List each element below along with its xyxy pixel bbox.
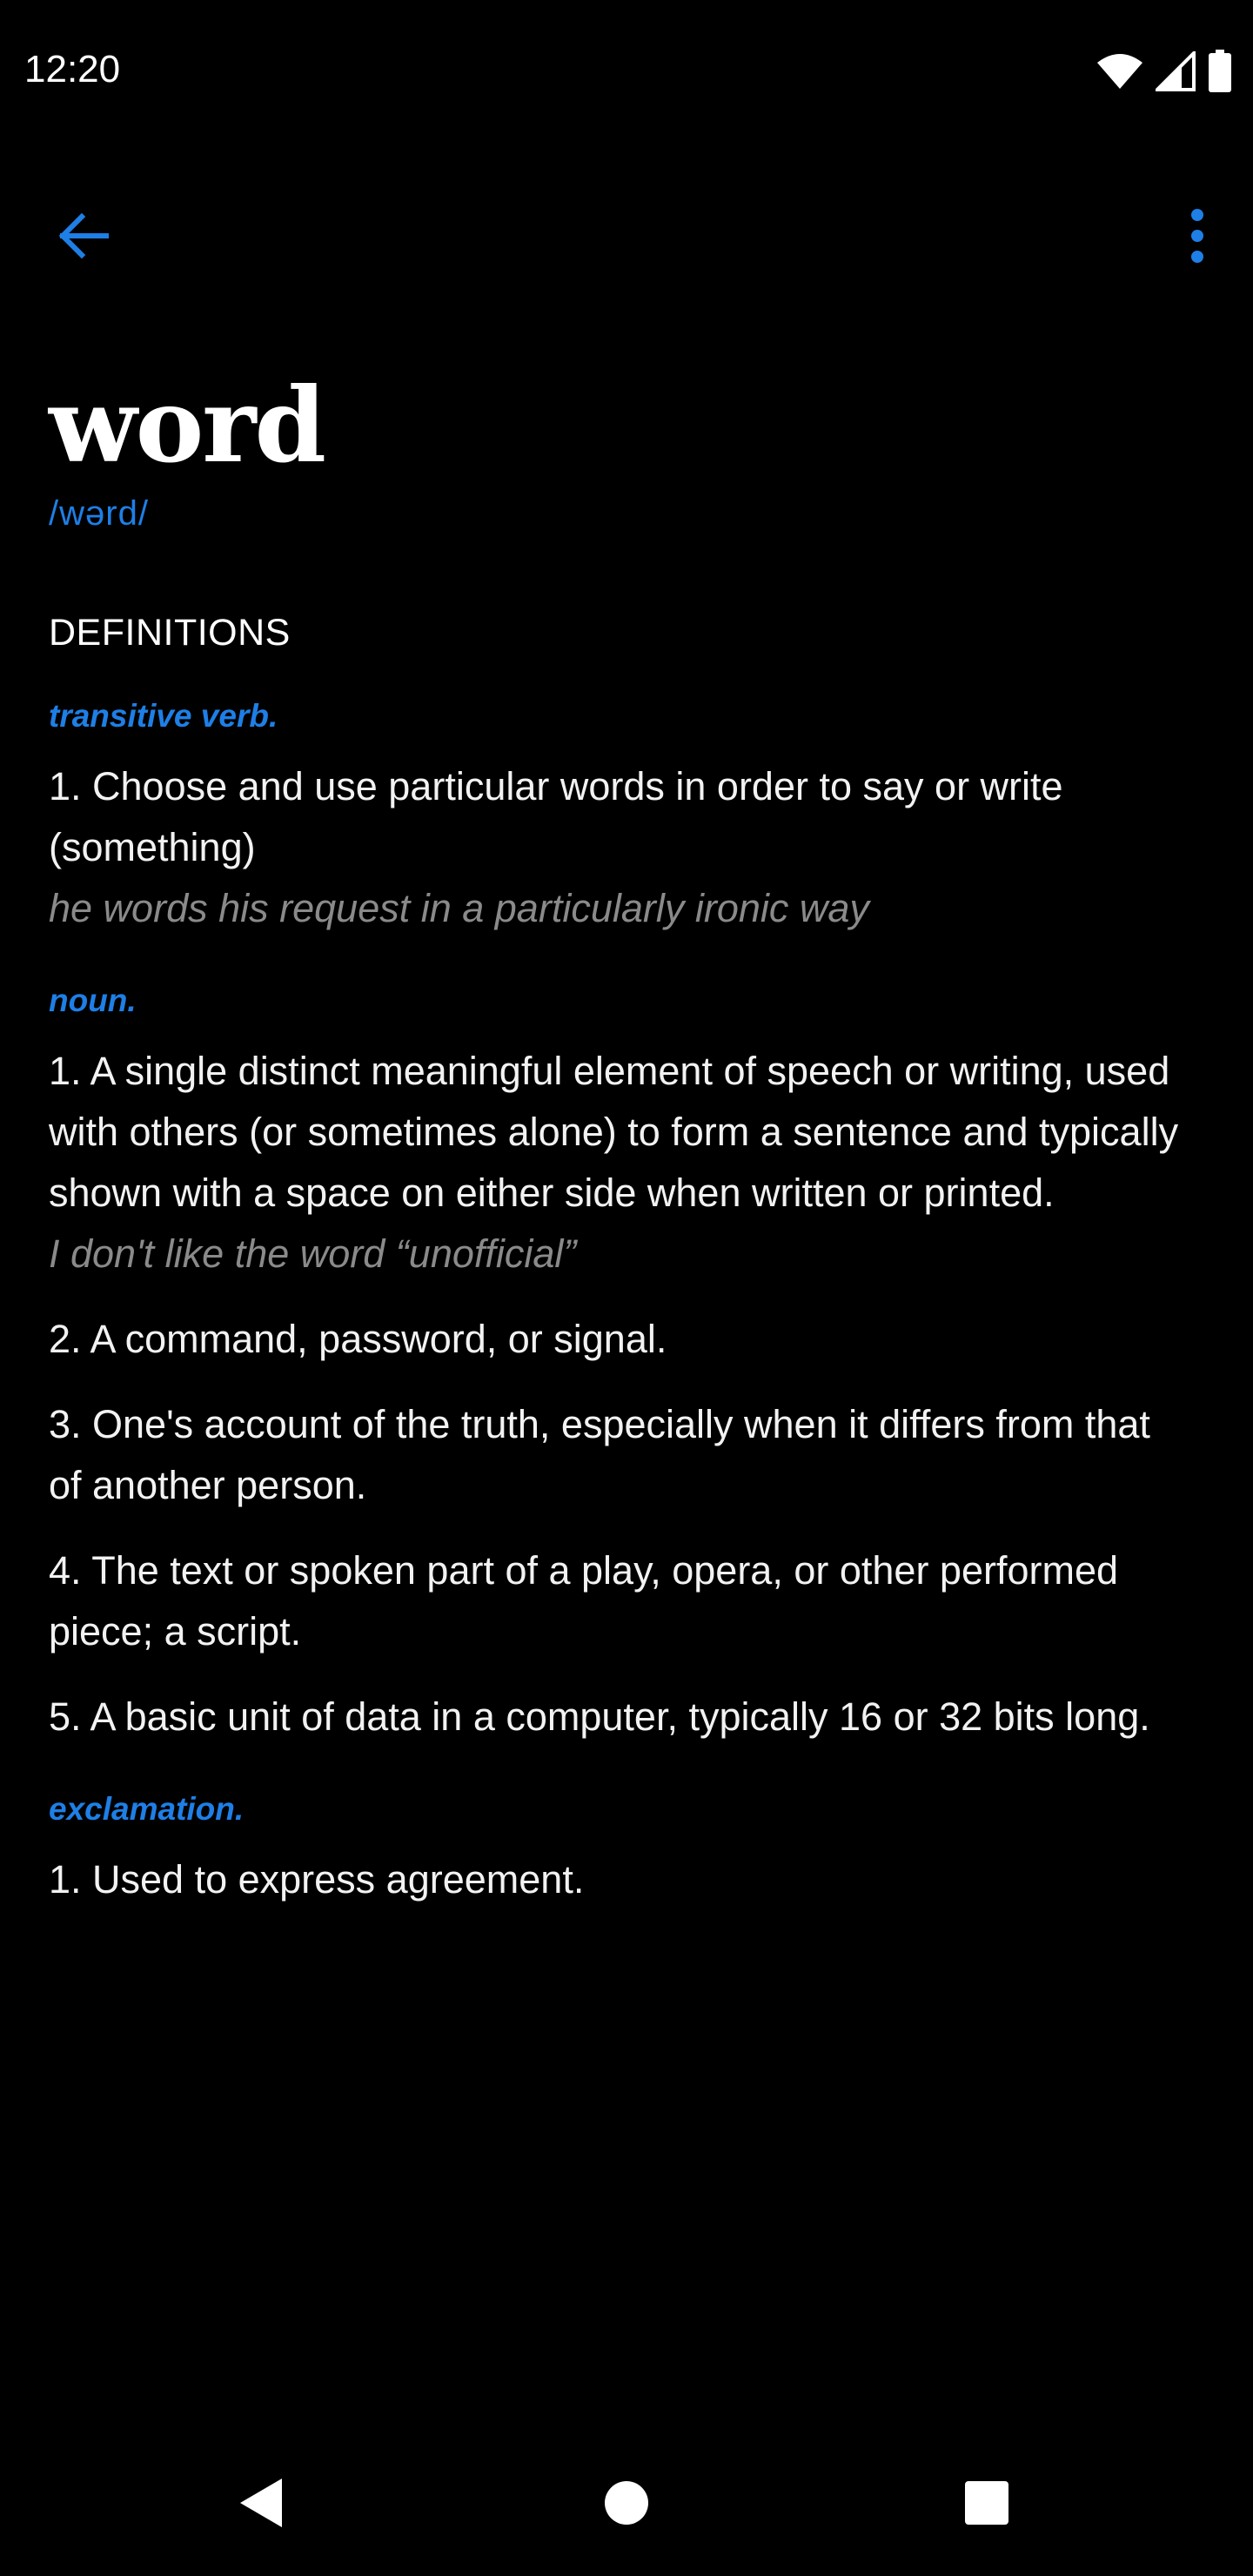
more-options-button[interactable] bbox=[1163, 196, 1232, 279]
system-navigation-bar bbox=[0, 2428, 1253, 2576]
nav-recents-button[interactable] bbox=[935, 2463, 1039, 2546]
phonetic-transcription: /wərd/ bbox=[49, 494, 149, 533]
status-time: 12:20 bbox=[24, 48, 121, 91]
pos-group-exclamation: exclamation. 1. Used to express agreemen… bbox=[49, 1793, 1180, 1910]
pos-group-noun: noun. 1. A single distinct meaningful el… bbox=[49, 984, 1180, 1748]
part-of-speech-label: exclamation. bbox=[49, 1791, 245, 1827]
part-of-speech-label: transitive verb. bbox=[49, 698, 278, 734]
definition-text: 3. One's account of the truth, especiall… bbox=[49, 1402, 1150, 1507]
definition-text: 1. Choose and use particular words in or… bbox=[49, 764, 1063, 869]
wifi-icon bbox=[1096, 52, 1143, 95]
part-of-speech-label: noun. bbox=[49, 983, 137, 1018]
definition-text: 5. A basic unit of data in a computer, t… bbox=[49, 1694, 1150, 1739]
definition-text: 4. The text or spoken part of a play, op… bbox=[49, 1548, 1119, 1654]
nav-back-triangle-icon bbox=[237, 2477, 285, 2533]
definition-text: 1. A single distinct meaningful element … bbox=[49, 1049, 1179, 1215]
status-icons bbox=[1096, 48, 1232, 97]
back-button[interactable] bbox=[42, 196, 125, 279]
cell-signal-icon bbox=[1153, 48, 1196, 96]
definitions-heading: DEFINITIONS bbox=[49, 612, 291, 654]
nav-home-circle-icon bbox=[604, 2480, 649, 2530]
more-vert-icon bbox=[1189, 208, 1206, 268]
nav-home-button[interactable] bbox=[574, 2463, 679, 2546]
nav-recents-square-icon bbox=[964, 2480, 1009, 2530]
nav-back-button[interactable] bbox=[209, 2463, 313, 2546]
dictionary-entry: word /wərd/ DEFINITIONS transitive verb.… bbox=[49, 374, 1180, 1910]
definition-text: 1. Used to express agreement. bbox=[49, 1857, 585, 1902]
app-bar bbox=[0, 178, 1253, 292]
pos-group-transitive-verb: transitive verb. 1. Choose and use parti… bbox=[49, 700, 1180, 939]
definition-example: I don't like the word “unofficial” bbox=[49, 1231, 577, 1276]
arrow-back-icon bbox=[56, 208, 111, 268]
status-bar: 12:20 bbox=[0, 0, 1253, 148]
definition-example: he words his request in a particularly i… bbox=[49, 886, 869, 930]
headword: word bbox=[49, 365, 326, 486]
definition-text: 2. A command, password, or signal. bbox=[49, 1317, 667, 1361]
battery-icon bbox=[1208, 49, 1232, 97]
